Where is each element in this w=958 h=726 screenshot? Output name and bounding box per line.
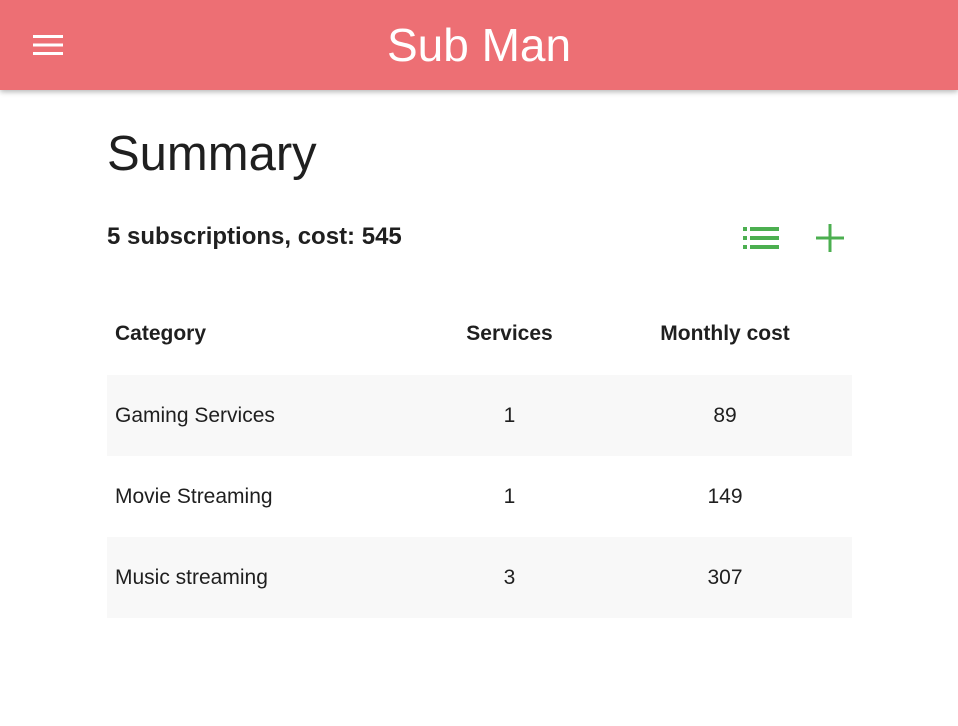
column-header-monthly-cost[interactable]: Monthly cost — [598, 293, 852, 375]
table-row[interactable]: Music streaming 3 307 — [107, 537, 852, 618]
table-row[interactable]: Movie Streaming 1 149 — [107, 456, 852, 537]
monthly-cost-cell: 89 — [713, 403, 737, 427]
category-summary-table: Category Services Monthly cost Gaming Se… — [107, 293, 852, 618]
category-cell: Gaming Services — [115, 403, 275, 427]
services-count-cell: 1 — [503, 484, 516, 508]
category-cell: Music streaming — [115, 565, 268, 589]
subscription-summary: 5 subscriptions, cost: 545 — [107, 223, 402, 250]
add-subscription-button[interactable] — [810, 218, 850, 258]
plus-icon — [816, 224, 844, 252]
list-view-button[interactable] — [741, 218, 781, 258]
list-icon — [743, 227, 779, 249]
services-count-cell: 1 — [503, 403, 516, 427]
table-row[interactable]: Gaming Services 1 89 — [107, 375, 852, 456]
category-cell: Movie Streaming — [115, 484, 273, 508]
monthly-cost-cell: 307 — [707, 565, 743, 589]
table-header-row: Category Services Monthly cost — [107, 293, 852, 375]
app-title: Sub Man — [386, 19, 572, 71]
page-title: Summary — [107, 127, 317, 181]
services-count-cell: 3 — [503, 565, 516, 589]
column-header-services[interactable]: Services — [421, 293, 598, 375]
column-header-category[interactable]: Category — [107, 293, 421, 375]
app-bar: Sub Man — [0, 0, 958, 90]
monthly-cost-cell: 149 — [707, 484, 743, 508]
